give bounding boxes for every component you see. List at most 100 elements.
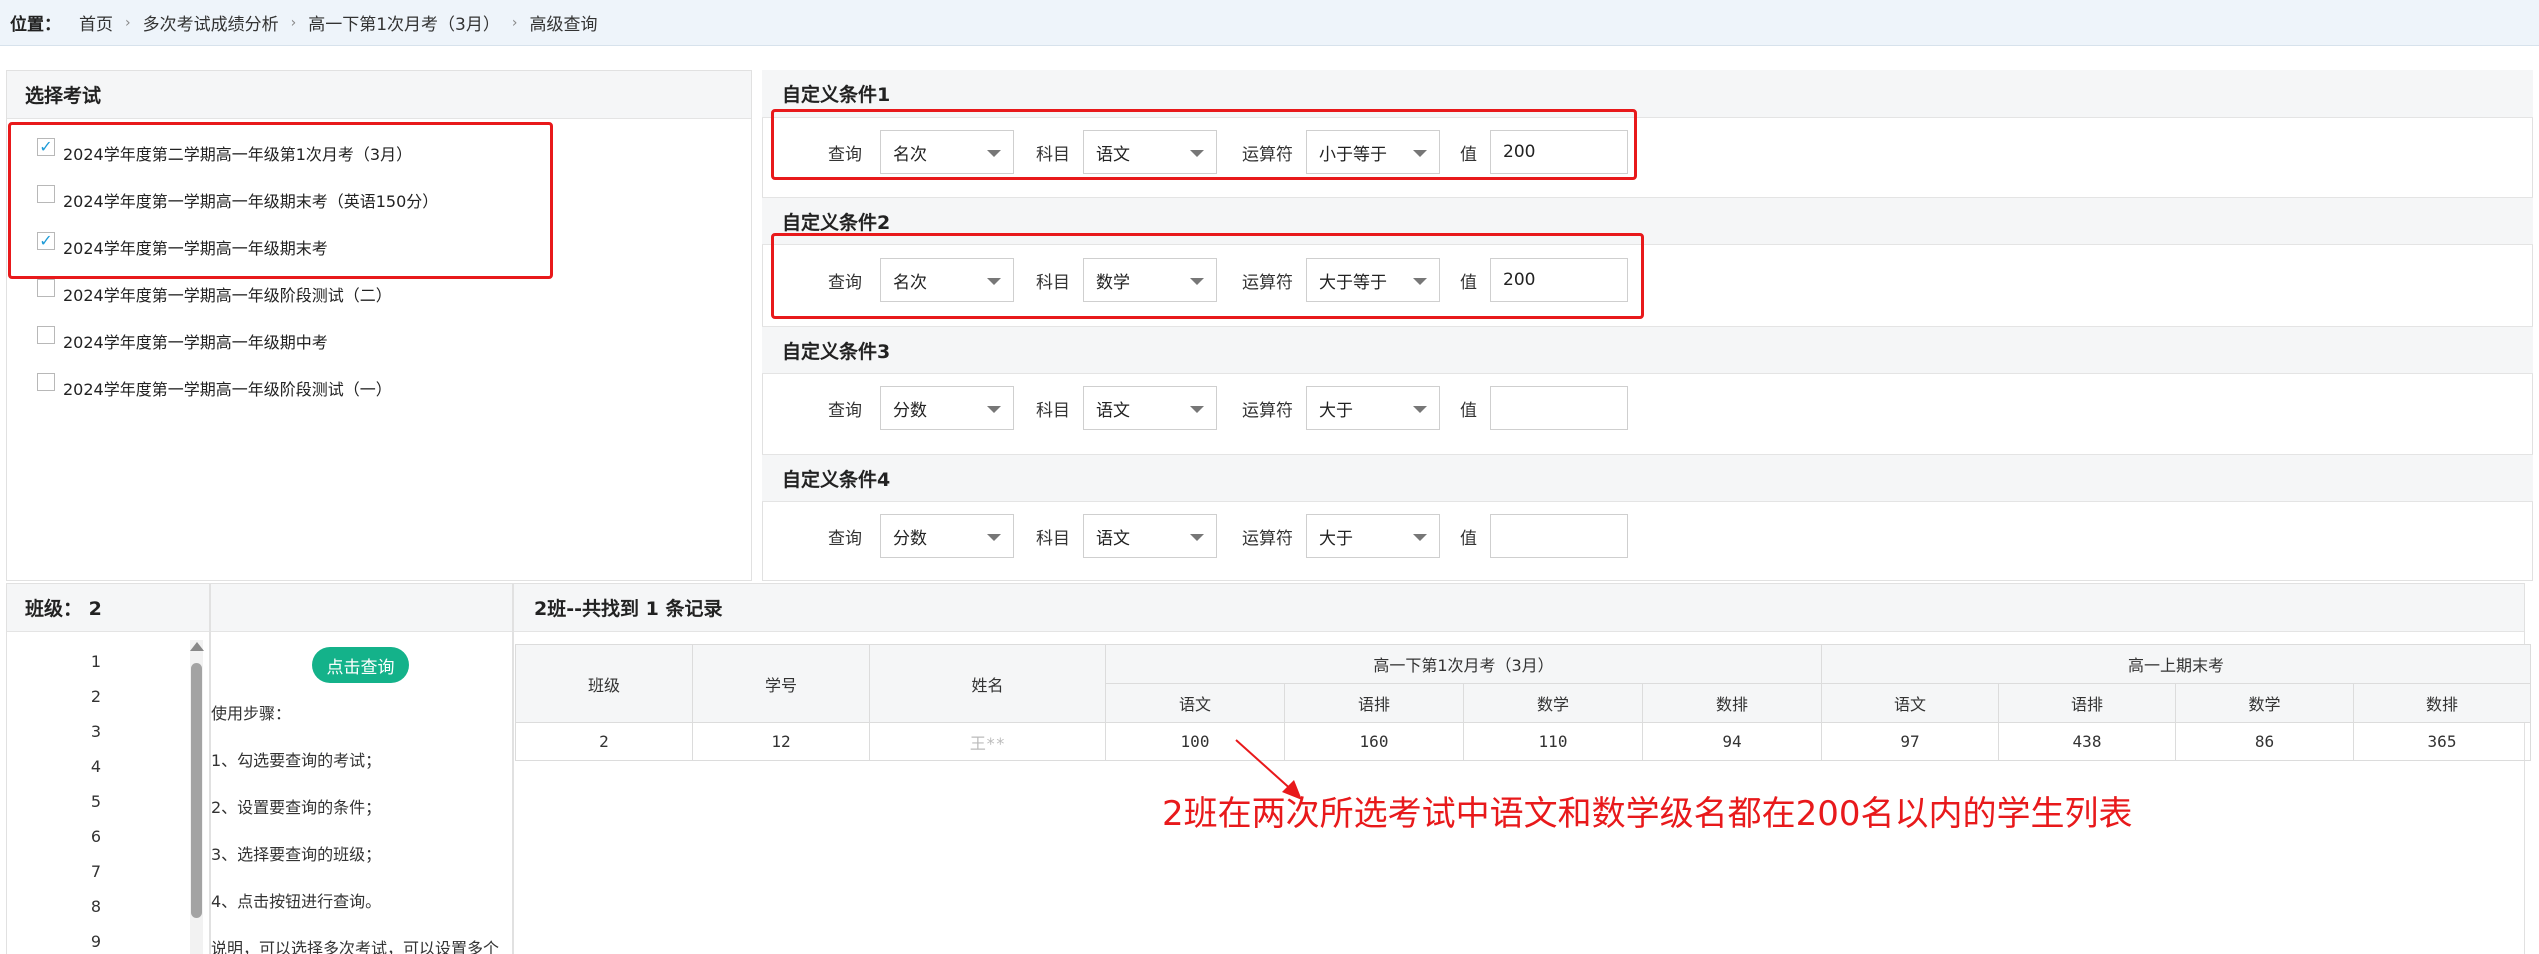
exam-item[interactable]: 2024学年度第一学期高一年级期中考 <box>7 317 751 364</box>
operator-label: 运算符 <box>1242 144 1293 165</box>
operator-value: 大于 <box>1319 528 1353 549</box>
operator-select[interactable]: 小于等于 <box>1306 130 1440 174</box>
subject-select[interactable]: 语文 <box>1083 514 1217 558</box>
query-label: 查询 <box>828 272 862 293</box>
checkbox[interactable] <box>37 278 55 297</box>
checkbox[interactable] <box>37 184 55 203</box>
condition-title: 自定义条件1 <box>762 70 2533 118</box>
chevron-down-icon <box>987 534 1001 541</box>
operator-select[interactable]: 大于等于 <box>1306 258 1440 302</box>
value-input[interactable]: 200 <box>1490 258 1628 302</box>
cell-score: 365 <box>2353 722 2531 761</box>
help-text: 4、点击按钮进行查询。 <box>211 892 382 911</box>
query-select[interactable]: 分数 <box>880 514 1014 558</box>
help-panel-head <box>211 584 512 632</box>
operator-select[interactable]: 大于 <box>1306 514 1440 558</box>
value-label: 值 <box>1460 272 1477 293</box>
chevron-right-icon: › <box>290 14 297 31</box>
exam-label: 2024学年度第一学期高一年级阶段测试（二） <box>63 285 392 305</box>
class-item[interactable]: 9 <box>66 932 126 951</box>
query-button[interactable]: 点击查询 <box>312 647 409 683</box>
class-item[interactable]: 4 <box>66 757 126 776</box>
help-text: 3、选择要查询的班级； <box>211 845 382 864</box>
breadcrumb-multi-exam[interactable]: 多次考试成绩分析 <box>143 10 279 35</box>
exam-panel-title: 选择考试 <box>7 71 751 119</box>
subject-label: 科目 <box>1036 272 1070 293</box>
class-item[interactable]: 2 <box>66 687 126 706</box>
subject-select[interactable]: 语文 <box>1083 386 1217 430</box>
chevron-down-icon <box>987 150 1001 157</box>
col-header-exam1: 高一下第1次月考（3月） <box>1105 644 1822 684</box>
query-value: 分数 <box>893 400 927 421</box>
exam-label: 2024学年度第二学期高一年级第1次月考（3月） <box>63 144 413 164</box>
scrollbar-thumb[interactable] <box>191 663 202 918</box>
breadcrumb-label: 位置： <box>10 15 61 35</box>
cell-score: 110 <box>1463 722 1643 761</box>
subject-select[interactable]: 数学 <box>1083 258 1217 302</box>
exam-select-panel: 选择考试 ✓ 2024学年度第二学期高一年级第1次月考（3月） 2024学年度第… <box>6 70 752 581</box>
exam-item[interactable]: 2024学年度第一学期高一年级期末考（英语150分） <box>7 176 751 223</box>
class-item[interactable]: 3 <box>66 722 126 741</box>
checkbox[interactable] <box>37 372 55 391</box>
results-title: 2班--共找到 1 条记录 <box>514 584 2524 632</box>
annotation-text: 2班在两次所选考试中语文和数学级名都在200名以内的学生列表 <box>1162 794 2133 834</box>
query-label: 查询 <box>828 144 862 165</box>
condition-row: 查询 名次 科目 语文 运算符 小于等于 值 200 <box>828 128 1628 176</box>
cell-class: 2 <box>515 722 693 761</box>
class-item[interactable]: 6 <box>66 827 126 846</box>
col-header-name: 姓名 <box>869 644 1106 723</box>
class-item[interactable]: 7 <box>66 862 126 881</box>
chevron-down-icon <box>1413 534 1427 541</box>
operator-select[interactable]: 大于 <box>1306 386 1440 430</box>
chevron-down-icon <box>1190 406 1204 413</box>
condition-title: 自定义条件4 <box>762 454 2533 502</box>
value-label: 值 <box>1460 144 1477 165</box>
cell-name: 王** <box>869 722 1106 761</box>
help-text: 说明，可以选择多次考试，可以设置多个 <box>211 939 500 954</box>
value-label: 值 <box>1460 400 1477 421</box>
query-select[interactable]: 名次 <box>880 130 1014 174</box>
query-select[interactable]: 名次 <box>880 258 1014 302</box>
col-header-chinese-rank: 语排 <box>1998 683 2176 723</box>
operator-value: 大于 <box>1319 400 1353 421</box>
exam-label: 2024学年度第一学期高一年级阶段测试（一） <box>63 379 392 399</box>
col-header-exam2: 高一上期末考 <box>1821 644 2531 684</box>
value-input[interactable] <box>1490 386 1628 430</box>
checkbox[interactable]: ✓ <box>37 231 55 250</box>
breadcrumb-home[interactable]: 首页 <box>79 10 113 35</box>
col-header-student-id: 学号 <box>692 644 870 723</box>
condition-row: 查询 名次 科目 数学 运算符 大于等于 值 200 <box>828 256 1628 304</box>
col-header-math-rank: 数排 <box>1642 683 1822 723</box>
exam-item[interactable]: ✓ 2024学年度第二学期高一年级第1次月考（3月） <box>7 129 751 176</box>
checkbox[interactable] <box>37 325 55 344</box>
class-item[interactable]: 5 <box>66 792 126 811</box>
subject-label: 科目 <box>1036 528 1070 549</box>
col-header-chinese: 语文 <box>1821 683 1999 723</box>
cell-score: 160 <box>1284 722 1464 761</box>
cell-score: 86 <box>2175 722 2354 761</box>
subject-value: 语文 <box>1096 528 1130 549</box>
subject-select[interactable]: 语文 <box>1083 130 1217 174</box>
cell-student-id: 12 <box>692 722 870 761</box>
checkbox[interactable]: ✓ <box>37 137 55 156</box>
help-text: 2、设置要查询的条件； <box>211 798 382 817</box>
subject-value: 数学 <box>1096 272 1130 293</box>
exam-item[interactable]: ✓ 2024学年度第一学期高一年级期末考 <box>7 223 751 270</box>
chevron-down-icon <box>1413 150 1427 157</box>
scroll-up-icon[interactable] <box>190 642 204 651</box>
table-row: 2 12 王** 100 160 110 94 97 438 86 365 <box>515 722 2531 761</box>
help-text: 使用步骤： <box>211 704 292 723</box>
breadcrumb-exam[interactable]: 高一下第1次月考（3月） <box>308 10 500 35</box>
exam-item[interactable]: 2024学年度第一学期高一年级阶段测试（二） <box>7 270 751 317</box>
class-item[interactable]: 8 <box>66 897 126 916</box>
value-input[interactable] <box>1490 514 1628 558</box>
exam-item[interactable]: 2024学年度第一学期高一年级阶段测试（一） <box>7 364 751 411</box>
class-item[interactable]: 1 <box>66 652 126 671</box>
query-value: 名次 <box>893 144 927 165</box>
query-select[interactable]: 分数 <box>880 386 1014 430</box>
chevron-down-icon <box>1413 278 1427 285</box>
exam-label: 2024学年度第一学期高一年级期末考（英语150分） <box>63 191 439 211</box>
cell-score: 94 <box>1642 722 1822 761</box>
chevron-down-icon <box>987 278 1001 285</box>
value-input[interactable]: 200 <box>1490 130 1628 174</box>
